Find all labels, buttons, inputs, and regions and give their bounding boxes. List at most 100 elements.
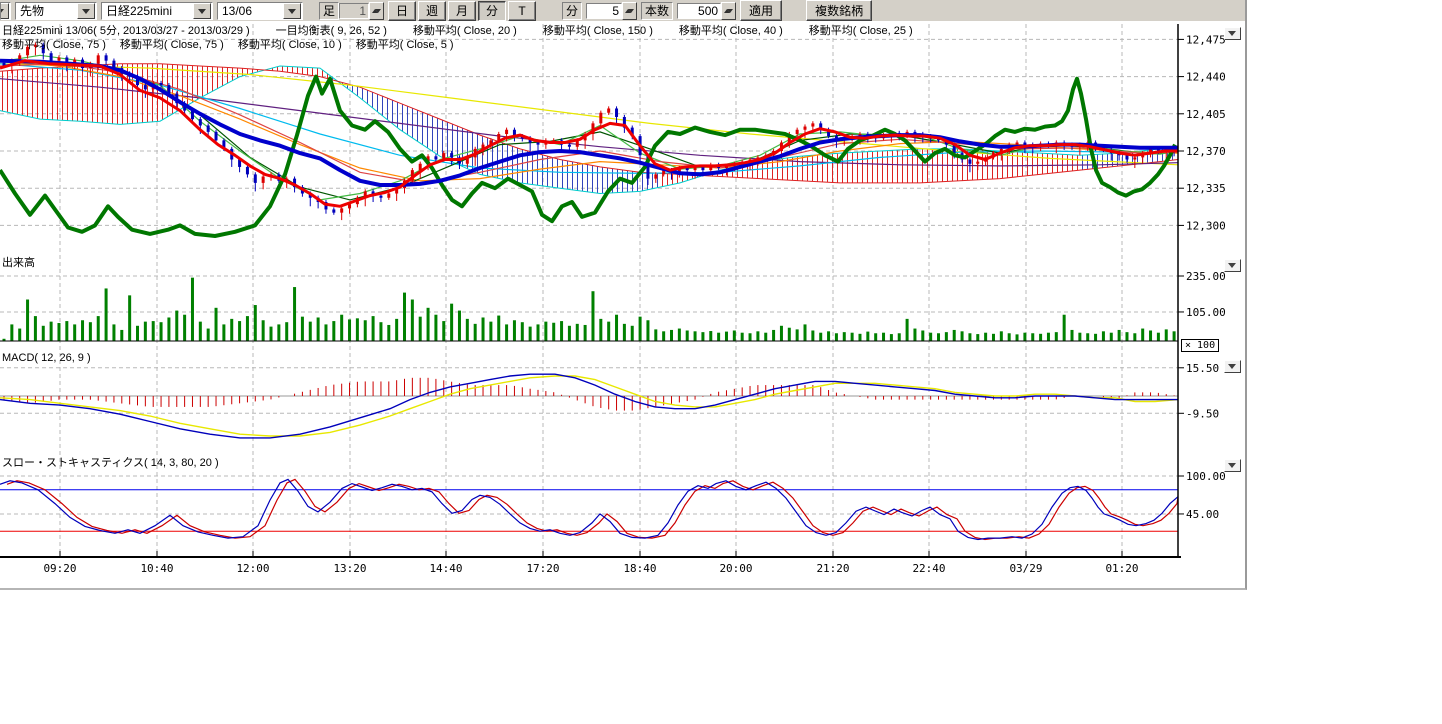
symbol-combobox[interactable]: 日経225mini xyxy=(101,2,213,20)
volume-bar xyxy=(921,330,924,341)
volume-bar xyxy=(136,326,139,341)
chevron-down-icon[interactable] xyxy=(77,3,95,19)
volume-bar xyxy=(160,322,163,341)
macd-panel-label: MACD( 12, 26, 9 ) xyxy=(2,352,91,364)
volume-bar xyxy=(741,333,744,341)
period-tick-button[interactable]: T xyxy=(508,1,536,21)
contract-month-combobox[interactable]: 13/06 xyxy=(217,2,303,20)
volume-bar xyxy=(843,332,846,341)
volume-bar xyxy=(81,320,84,341)
volume-bar xyxy=(835,333,838,341)
volume-bar xyxy=(419,317,422,341)
volume-bar xyxy=(521,322,524,341)
volume-bar xyxy=(725,332,728,341)
axis-tick-label: 100.00 xyxy=(1186,470,1226,483)
volume-bar xyxy=(1110,333,1113,341)
volume-bar xyxy=(1165,329,1168,341)
volume-bar xyxy=(285,322,288,341)
axis-tick-label: 105.00 xyxy=(1186,306,1226,319)
volume-bar xyxy=(356,318,359,341)
time-axis-label: 17:20 xyxy=(526,562,559,575)
volume-bar xyxy=(144,322,147,341)
minute-interval-spinner[interactable] xyxy=(622,2,637,20)
period-monthly-button[interactable]: 月 xyxy=(448,1,476,21)
candle-body xyxy=(199,119,202,125)
volume-bar xyxy=(120,330,123,341)
volume-bar xyxy=(42,326,45,341)
chevron-down-icon[interactable] xyxy=(0,3,9,19)
clipped-combobox[interactable] xyxy=(0,2,11,20)
volume-bar xyxy=(324,324,327,341)
minute-interval-field[interactable]: 5 xyxy=(586,3,622,19)
volume-bar xyxy=(615,315,618,341)
candle-body xyxy=(254,174,257,183)
instrument-type-combobox[interactable]: 先物 xyxy=(15,2,97,20)
volume-bar xyxy=(1141,329,1144,341)
volume-bar xyxy=(332,321,335,341)
period-weekly-button[interactable]: 週 xyxy=(418,1,446,21)
volume-bar xyxy=(458,311,461,341)
candle-body xyxy=(811,123,814,126)
candle-body xyxy=(976,162,979,164)
volume-bar xyxy=(65,321,68,341)
candle-body xyxy=(1125,155,1128,159)
volume-bar xyxy=(450,304,453,341)
volume-bar xyxy=(560,321,563,341)
stochastics-panel-dropdown-button[interactable] xyxy=(1224,459,1241,472)
volume-bar xyxy=(780,326,783,341)
period-minute-button[interactable]: 分 xyxy=(478,1,506,21)
bar-count-field[interactable]: 500 xyxy=(677,3,721,19)
price-panel-dropdown-button[interactable] xyxy=(1224,27,1241,40)
volume-bar xyxy=(340,315,343,341)
candle-body xyxy=(246,167,249,174)
volume-bar xyxy=(246,316,249,341)
volume-bar xyxy=(709,331,712,341)
volume-bar xyxy=(474,324,477,341)
bar-count-spinner[interactable] xyxy=(721,2,736,20)
period-daily-button[interactable]: 日 xyxy=(388,1,416,21)
volume-bar xyxy=(372,316,375,341)
apply-button[interactable]: 適用 xyxy=(740,0,782,21)
volume-bar xyxy=(882,333,885,341)
time-axis-label: 01:20 xyxy=(1105,562,1138,575)
volume-bar xyxy=(513,320,516,341)
volume-bar xyxy=(277,324,280,341)
candle-body xyxy=(42,45,45,54)
volume-bar xyxy=(1149,330,1152,341)
volume-bar xyxy=(191,278,194,341)
volume-bar xyxy=(591,291,594,341)
volume-bar xyxy=(678,329,681,341)
chart-canvas[interactable]: 12,47512,44012,40512,37012,33512,300235.… xyxy=(0,21,1245,588)
bar-interval-spinner[interactable] xyxy=(369,2,384,20)
axis-tick-label: -9.50 xyxy=(1186,407,1219,420)
volume-bar xyxy=(953,330,956,341)
volume-bar xyxy=(215,308,218,341)
multi-symbol-button[interactable]: 複数銘柄 xyxy=(806,0,872,21)
volume-bar xyxy=(1078,333,1081,341)
volume-multiplier-badge: × 100 xyxy=(1181,339,1219,352)
candle-body xyxy=(537,142,540,144)
volume-bar xyxy=(670,330,673,341)
volume-bar xyxy=(1039,334,1042,341)
volume-bar xyxy=(434,315,437,341)
volume-bar xyxy=(505,324,508,341)
axis-tick-label: 12,475 xyxy=(1186,33,1226,46)
candle-body xyxy=(97,55,100,64)
volume-bar xyxy=(57,323,60,341)
bar-interval-field[interactable]: 1 xyxy=(339,3,369,19)
volume-bar xyxy=(811,330,814,341)
volume-bar xyxy=(827,331,830,341)
volume-bar xyxy=(222,324,225,341)
volume-bar xyxy=(961,331,964,341)
chevron-down-icon[interactable] xyxy=(193,3,211,19)
candle-body xyxy=(434,156,437,159)
volume-bar xyxy=(1063,315,1066,341)
volume-bar xyxy=(529,327,532,341)
time-axis-label: 13:20 xyxy=(333,562,366,575)
volume-panel-dropdown-button[interactable] xyxy=(1224,259,1241,272)
volume-bar xyxy=(992,334,995,341)
macd-panel-dropdown-button[interactable] xyxy=(1224,360,1241,373)
volume-bar xyxy=(466,319,469,341)
time-axis-label: 03/29 xyxy=(1009,562,1042,575)
chevron-down-icon[interactable] xyxy=(283,3,301,19)
